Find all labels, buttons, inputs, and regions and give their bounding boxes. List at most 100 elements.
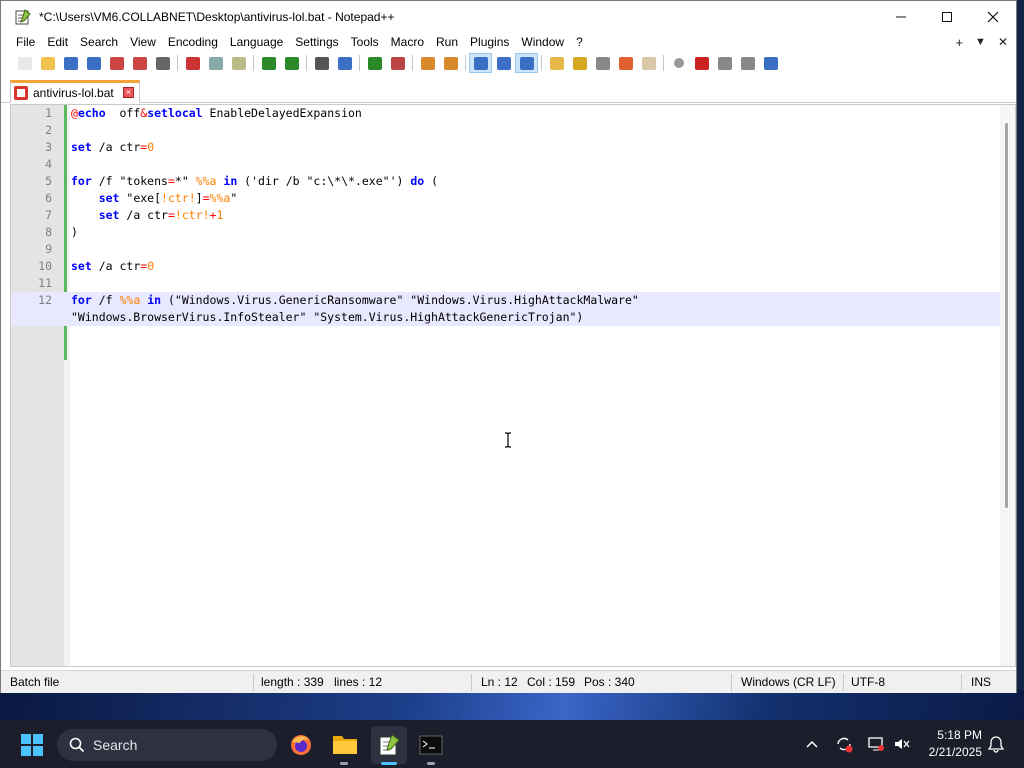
code-text: set /a ctr=!ctr!+1: [98, 208, 224, 222]
record-macro-button[interactable]: [667, 53, 690, 73]
status-eol[interactable]: Windows (CR LF): [741, 671, 836, 694]
terminal-running-indicator: [427, 762, 435, 765]
menu-help[interactable]: ?: [570, 32, 589, 52]
code-line[interactable]: 9: [11, 241, 1001, 258]
menu-file[interactable]: File: [10, 32, 41, 52]
menu-edit[interactable]: Edit: [41, 32, 74, 52]
zoom-out-icon: [390, 56, 405, 70]
user-defined-language-button[interactable]: [545, 53, 568, 73]
file-explorer-taskbar-button[interactable]: [332, 731, 358, 757]
run-macro-multiple-button[interactable]: [736, 53, 759, 73]
code-line[interactable]: 6 set "exe[!ctr!]=%%a": [11, 190, 1001, 207]
save-button[interactable]: [59, 53, 82, 73]
undo-button[interactable]: [257, 53, 280, 73]
show-hidden-icons-button[interactable]: [802, 734, 822, 754]
save-macro-button[interactable]: [759, 53, 782, 73]
vertical-scrollbar-thumb[interactable]: [1005, 123, 1008, 508]
word-wrap-button[interactable]: [469, 53, 492, 73]
menu-window[interactable]: Window: [515, 32, 570, 52]
terminal-taskbar-button[interactable]: [418, 732, 444, 758]
menu-run[interactable]: Run: [430, 32, 464, 52]
code-line[interactable]: 3 set /a ctr=0: [11, 139, 1001, 156]
menu-view[interactable]: View: [124, 32, 162, 52]
copy-button[interactable]: [204, 53, 227, 73]
paste-button[interactable]: [227, 53, 250, 73]
network-tray-button[interactable]: [866, 734, 886, 754]
taskbar-search-box[interactable]: Search: [57, 729, 277, 761]
title-bar[interactable]: *C:\Users\VM6.COLLABNET\Desktop\antiviru…: [1, 1, 1016, 32]
close-all-button[interactable]: [128, 53, 151, 73]
folder-as-workspace-button[interactable]: [614, 53, 637, 73]
replace-button[interactable]: [333, 53, 356, 73]
menu-settings[interactable]: Settings: [289, 32, 344, 52]
sync-vertical-button[interactable]: [416, 53, 439, 73]
code-line[interactable]: 2: [11, 122, 1001, 139]
menu-tools[interactable]: Tools: [345, 32, 385, 52]
menu-encoding[interactable]: Encoding: [162, 32, 224, 52]
function-list-icon: [595, 56, 610, 70]
menu-language[interactable]: Language: [224, 32, 289, 52]
new-tab-plus-button[interactable]: +: [955, 35, 963, 50]
code-text: set /a ctr=0: [71, 140, 155, 154]
sync-tray-button[interactable]: [834, 734, 854, 754]
close-document-button[interactable]: ✕: [998, 35, 1008, 49]
editor-area[interactable]: 1 @echo off&setlocal EnableDelayedExpansi…: [10, 104, 1016, 667]
text-cursor-icon: [505, 432, 511, 448]
indent-guide-button[interactable]: [515, 53, 538, 73]
explorer-running-indicator: [340, 762, 348, 765]
find-button[interactable]: [310, 53, 333, 73]
zoom-out-button[interactable]: [386, 53, 409, 73]
sync-horizontal-button[interactable]: [439, 53, 462, 73]
status-bar: Batch file length : 339 lines : 12 Ln : …: [1, 670, 1016, 693]
firefox-taskbar-button[interactable]: [288, 732, 314, 758]
print-button[interactable]: [151, 53, 174, 73]
notepadpp-taskbar-button[interactable]: [371, 726, 407, 764]
volume-tray-button[interactable]: [892, 734, 912, 754]
status-encoding[interactable]: UTF-8: [851, 671, 885, 694]
play-macro-button[interactable]: [713, 53, 736, 73]
tab-antivirus-lol[interactable]: antivirus-lol.bat ×: [10, 80, 140, 103]
new-file-button[interactable]: [13, 53, 36, 73]
notifications-button[interactable]: [986, 734, 1006, 754]
code-line[interactable]: 7 set /a ctr=!ctr!+1: [11, 207, 1001, 224]
save-all-button[interactable]: [82, 53, 105, 73]
function-list-button[interactable]: [591, 53, 614, 73]
code-line[interactable]: "Windows.BrowserVirus.InfoStealer" "Syst…: [11, 309, 1001, 326]
code-line[interactable]: 1 @echo off&setlocal EnableDelayedExpansi…: [11, 105, 1001, 122]
code-line[interactable]: 11: [11, 275, 1001, 292]
code-line[interactable]: 4: [11, 156, 1001, 173]
taskbar-clock[interactable]: 5:18 PM 2/21/2025: [929, 727, 982, 761]
menu-macro[interactable]: Macro: [385, 32, 430, 52]
status-insert-mode[interactable]: INS: [971, 671, 991, 694]
code-line[interactable]: 10 set /a ctr=0: [11, 258, 1001, 275]
code-line[interactable]: 8): [11, 224, 1001, 241]
line-number: 12: [38, 293, 52, 307]
show-all-characters-button[interactable]: [492, 53, 515, 73]
vertical-scrollbar[interactable]: [1000, 105, 1015, 666]
line-number: 11: [38, 276, 52, 290]
close-button[interactable]: [105, 53, 128, 73]
redo-button[interactable]: [280, 53, 303, 73]
copy-icon: [208, 56, 223, 70]
close-window-button[interactable]: [970, 1, 1016, 32]
save-macro-icon: [763, 56, 778, 70]
stop-macro-button[interactable]: [690, 53, 713, 73]
open-file-button[interactable]: [36, 53, 59, 73]
code-line[interactable]: 5 for /f "tokens=*" %%a in ('dir /b "c:\*…: [11, 173, 1001, 190]
save-all-icon: [86, 56, 101, 70]
start-button[interactable]: [19, 732, 45, 758]
maximize-icon: [942, 11, 952, 22]
menu-search[interactable]: Search: [74, 32, 124, 52]
code-text: set "exe[!ctr!]=%%a": [98, 191, 238, 205]
cut-button[interactable]: [181, 53, 204, 73]
tab-close-icon[interactable]: ×: [123, 87, 134, 98]
menu-plugins[interactable]: Plugins: [464, 32, 515, 52]
document-map-button[interactable]: [568, 53, 591, 73]
tab-label: antivirus-lol.bat: [33, 86, 114, 100]
code-line[interactable]: 12 for /f %%a in ("Windows.Virus.GenericR…: [11, 292, 1001, 309]
maximize-button[interactable]: [924, 1, 970, 32]
zoom-in-button[interactable]: [363, 53, 386, 73]
minimize-button[interactable]: [878, 1, 924, 32]
tab-list-dropdown-button[interactable]: ▼: [975, 36, 986, 48]
monitoring-button[interactable]: [637, 53, 660, 73]
